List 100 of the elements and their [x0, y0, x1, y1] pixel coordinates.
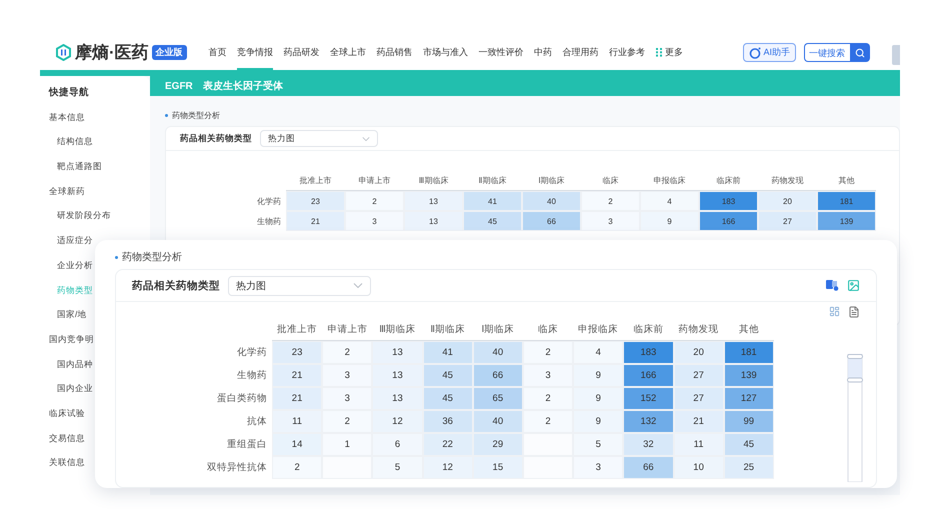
- row-label: 蛋白类药物: [216, 392, 268, 406]
- row-label: 生物药: [256, 216, 282, 228]
- sidebar-subitem[interactable]: 结构信息: [57, 133, 93, 150]
- nav-item[interactable]: 行业参考: [609, 35, 646, 70]
- section-title: 药物类型分析: [122, 250, 182, 264]
- heatmap-cell: 166: [623, 364, 674, 387]
- chart-type-select[interactable]: 热力图: [228, 276, 371, 296]
- heatmap-cell: 23: [272, 341, 322, 364]
- sidebar-subitem[interactable]: 企业分析: [57, 256, 93, 274]
- heatmap-cell: 6: [372, 433, 423, 456]
- nav-item[interactable]: 药品销售: [376, 35, 413, 70]
- sidebar-subitem[interactable]: 适应症分: [57, 232, 93, 250]
- heatmap-cell: 10: [674, 456, 724, 479]
- heatmap-cell: 20: [758, 191, 817, 211]
- heatmap-cell: 4: [640, 191, 699, 211]
- heatmap-cell: 11: [272, 410, 322, 433]
- sidebar-subitem[interactable]: 国内企业: [57, 380, 93, 398]
- heatmap-cell: 21: [286, 211, 345, 231]
- heatmap-cell: 25: [724, 456, 774, 479]
- sidebar-item[interactable]: 全球新药: [49, 182, 85, 200]
- spreadsheet-export-icon[interactable]: [826, 279, 839, 291]
- heatmap-cell: [522, 456, 574, 479]
- chart-type-select[interactable]: 热力图: [260, 130, 378, 147]
- nav-item[interactable]: 中药: [534, 35, 552, 70]
- heatmap-cell: 2: [581, 191, 640, 211]
- heatmap-cell: [522, 433, 574, 456]
- row-label: 生物药: [236, 369, 268, 383]
- row-label: 抗体: [246, 415, 268, 429]
- heatmap-cell: 66: [472, 364, 523, 387]
- ai-assistant-button[interactable]: AI助手: [743, 43, 796, 62]
- grid-view-icon[interactable]: [829, 306, 840, 317]
- heatmap-cell: 3: [322, 387, 372, 410]
- nav-item[interactable]: 竞争情报: [237, 35, 274, 70]
- heatmap-cell: 3: [322, 364, 372, 387]
- heatmap-cell: 139: [724, 364, 774, 387]
- heatmap-cell: 27: [674, 364, 724, 387]
- heatmap-cell: 166: [699, 211, 758, 231]
- sidebar-item[interactable]: 交易信息: [49, 430, 85, 447]
- heatmap-cell: 41: [422, 341, 473, 364]
- document-icon[interactable]: [848, 306, 860, 318]
- heatmap-cell: 13: [404, 211, 463, 231]
- heatmap-cell: 21: [674, 410, 724, 433]
- sidebar-item[interactable]: 关联信息: [49, 454, 85, 472]
- heatmap-cell: 2: [522, 341, 574, 364]
- bullet-icon: [165, 114, 168, 117]
- heatmap-cell: 2: [345, 191, 404, 211]
- sidebar-title: 快捷导航: [49, 86, 89, 100]
- image-export-icon[interactable]: [847, 279, 860, 292]
- sidebar-item[interactable]: 基本信息: [49, 108, 85, 126]
- heatmap-cell: 21: [272, 387, 322, 410]
- heatmap-cell: 12: [372, 410, 423, 433]
- heatmap-cell: 3: [345, 211, 404, 231]
- sidebar-subitem[interactable]: 研发阶段分布: [57, 207, 111, 224]
- sidebar-item[interactable]: 临床试验: [49, 404, 85, 422]
- heatmap-cell: 99: [724, 410, 774, 433]
- sidebar-item[interactable]: 国内竞争明: [49, 330, 94, 348]
- sidebar-subitem[interactable]: 国内品种: [57, 356, 93, 373]
- heatmap-cell: 183: [623, 341, 674, 364]
- row-label: 重组蛋白: [226, 438, 268, 452]
- target-name: 表皮生长因子受体: [202, 80, 283, 93]
- heatmap-cell: 22: [422, 433, 473, 456]
- heatmap-cell: 3: [573, 456, 624, 479]
- heatmap-cell: 40: [472, 341, 523, 364]
- sidebar-subitem[interactable]: 国家/地: [57, 306, 86, 324]
- nav-item[interactable]: 首页: [208, 35, 227, 70]
- more-menu[interactable]: 更多: [656, 46, 684, 59]
- nav-item[interactable]: 药品研发: [284, 35, 320, 70]
- nav-item[interactable]: 市场与准入: [423, 35, 468, 70]
- heatmap-cell: 32: [623, 433, 674, 456]
- heatmap-cell: 65: [472, 387, 523, 410]
- heatmap-cell: 132: [623, 410, 674, 433]
- nav-item[interactable]: 全球上市: [330, 35, 366, 70]
- heatmap-cell: 183: [699, 191, 758, 211]
- nav-item[interactable]: 合理用药: [562, 35, 599, 70]
- sidebar-subitem[interactable]: 靶点通路图: [57, 158, 102, 176]
- heatmap-cell: 2: [522, 387, 574, 410]
- heatmap-cell: 139: [817, 211, 876, 231]
- heatmap-cell: 12: [422, 456, 473, 479]
- search-button[interactable]: [850, 43, 870, 62]
- edition-badge: 企业版: [152, 45, 187, 60]
- row-label: 化学药: [256, 196, 282, 208]
- search-icon: [855, 48, 865, 58]
- heatmap-cell: 4: [573, 341, 624, 364]
- heatmap-cell: 5: [573, 433, 624, 456]
- heatmap-cell: 1: [322, 433, 372, 456]
- section-title: 药物类型分析: [172, 110, 220, 121]
- heatmap-cell: 9: [573, 410, 624, 433]
- heatmap-cell: 45: [422, 364, 473, 387]
- heatmap-cell: 27: [758, 211, 817, 231]
- row-label: 化学药: [236, 346, 268, 360]
- heatmap-cell: 2: [322, 341, 372, 364]
- nav-item[interactable]: 一致性评价: [478, 35, 524, 70]
- heatmap-cell: 66: [522, 211, 581, 231]
- search-field[interactable]: 一键搜索: [804, 43, 850, 62]
- heatmap-cell: 11: [674, 433, 724, 456]
- heatmap-cell: 5: [372, 456, 423, 479]
- heatmap-cell: 66: [623, 456, 674, 479]
- heatmap-cell: 27: [674, 387, 724, 410]
- chevron-icon: [353, 283, 363, 288]
- scrollbar[interactable]: [847, 354, 863, 482]
